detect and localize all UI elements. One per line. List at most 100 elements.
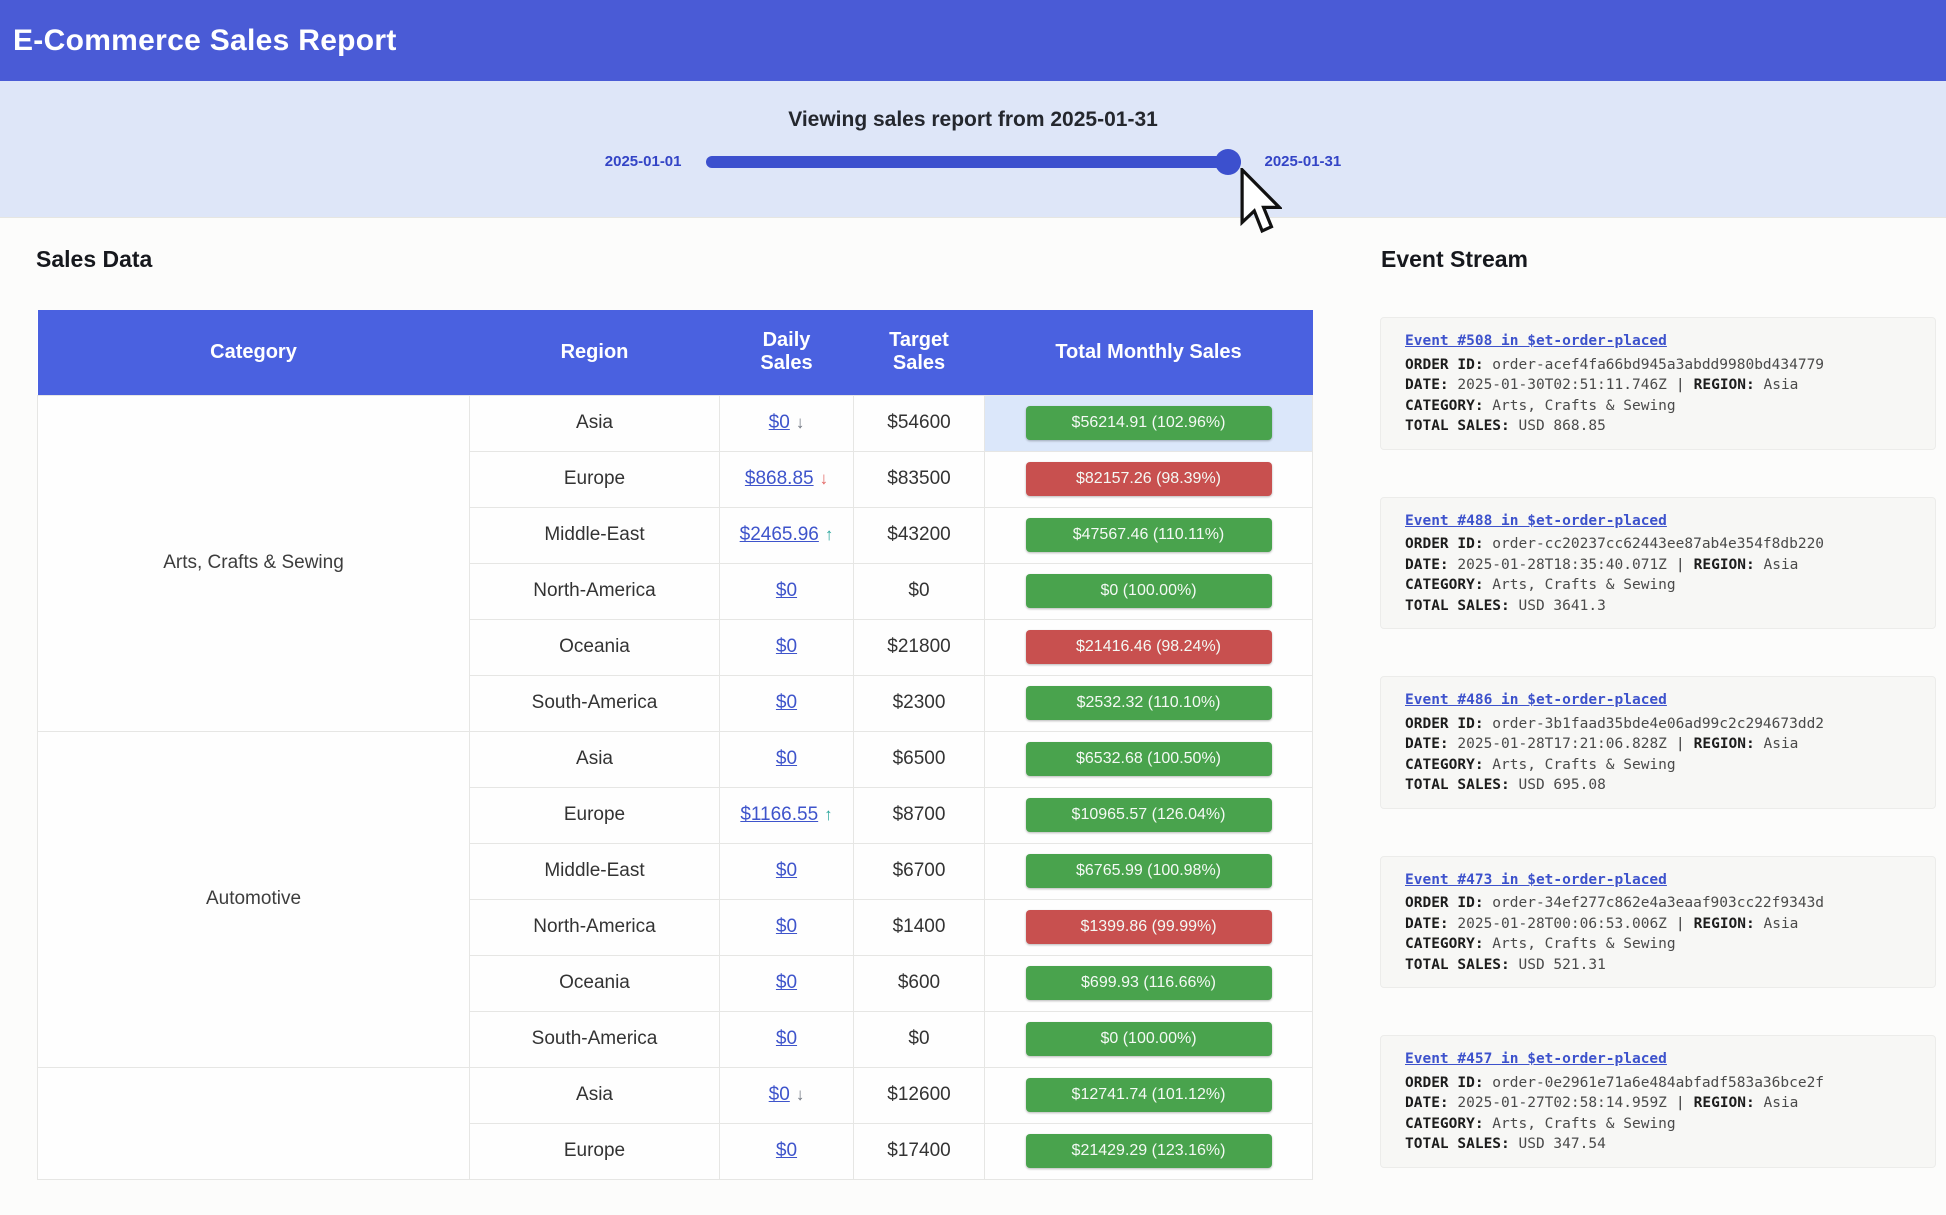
order-id-label: ORDER ID: [1405, 536, 1484, 552]
event-stream-heading: Event Stream [1381, 246, 1528, 273]
app-header: E-Commerce Sales Report [0, 0, 1946, 81]
daily-sales-cell: $0 [720, 955, 854, 1011]
total-monthly-sales-cell: $6532.68 (100.50%) [985, 731, 1313, 787]
daily-sales-link[interactable]: $0 [776, 748, 797, 769]
table-row: AutomotiveAsia$0$6500$6532.68 (100.50%) [38, 731, 1313, 787]
column-header-total-monthly-sales: Total Monthly Sales [985, 310, 1313, 395]
column-header-daily-sales: Daily Sales [720, 310, 854, 395]
date-label: DATE: [1405, 377, 1449, 393]
event-stream-list: Event #508 in $et-order-placed ORDER ID: … [1380, 317, 1936, 1215]
target-sales-cell: $21800 [854, 619, 985, 675]
target-sales-cell: $17400 [854, 1123, 985, 1179]
column-header-category: Category [38, 310, 470, 395]
event-title-link[interactable]: Event #486 in $et-order-placed [1405, 690, 1667, 711]
separator: | [1676, 1095, 1685, 1111]
event-card: Event #457 in $et-order-placed ORDER ID: … [1380, 1035, 1936, 1168]
event-order-id-line: ORDER ID: order-cc20237cc62443ee87ab4e35… [1405, 534, 1911, 555]
daily-sales-link[interactable]: $0 [776, 636, 797, 657]
daily-sales-cell: $0 [720, 1011, 854, 1067]
column-header-region: Region [470, 310, 720, 395]
target-sales-cell: $8700 [854, 787, 985, 843]
region-cell: Oceania [470, 955, 720, 1011]
date-label: DATE: [1405, 916, 1449, 932]
event-category-line: CATEGORY: Arts, Crafts & Sewing [1405, 575, 1911, 596]
date-slider-thumb[interactable] [1215, 149, 1241, 175]
table-row: Asia$0↓$12600$12741.74 (101.12%) [38, 1067, 1313, 1123]
total-monthly-sales-cell: $10965.57 (126.04%) [985, 787, 1313, 843]
daily-sales-link[interactable]: $0 [769, 1084, 790, 1105]
event-title-link[interactable]: Event #488 in $et-order-placed [1405, 511, 1667, 532]
daily-sales-cell: $0 ↓ [720, 395, 854, 451]
daily-sales-link[interactable]: $0 [776, 580, 797, 601]
target-sales-cell: $0 [854, 1011, 985, 1067]
order-id-label: ORDER ID: [1405, 1075, 1484, 1091]
total-monthly-sales-cell: $0 (100.00%) [985, 563, 1313, 619]
target-sales-cell: $6500 [854, 731, 985, 787]
total-sales-badge: $47567.46 (110.11%) [1026, 518, 1272, 552]
separator: | [1676, 916, 1685, 932]
daily-sales-link[interactable]: $0 [769, 412, 790, 433]
total-monthly-sales-cell: $699.93 (116.66%) [985, 955, 1313, 1011]
total-monthly-sales-cell: $2532.32 (110.10%) [985, 675, 1313, 731]
target-sales-cell: $54600 [854, 395, 985, 451]
total-monthly-sales-cell: $12741.74 (101.12%) [985, 1067, 1313, 1123]
event-card: Event #486 in $et-order-placedORDER ID: … [1380, 676, 1936, 809]
event-category-line: CATEGORY: Arts, Crafts & Sewing [1405, 396, 1911, 417]
daily-sales-cell: $0 [720, 563, 854, 619]
daily-sales-cell: $1166.55↑ [720, 787, 854, 843]
total-sales-badge: $56214.91 (102.96%) [1026, 406, 1272, 440]
total-sales-badge: $6765.99 (100.98%) [1026, 854, 1272, 888]
event-date-region-line: DATE: 2025-01-28T17:21:06.828Z|REGION: A… [1405, 734, 1911, 755]
daily-sales-link[interactable]: $0 [776, 1140, 797, 1161]
date-slider-section: Viewing sales report from 2025-01-31 202… [0, 81, 1946, 218]
daily-sales-link[interactable]: $868.85 [745, 468, 814, 489]
daily-sales-link[interactable]: $0 [776, 692, 797, 713]
trend-down-icon: ↓ [796, 1085, 805, 1105]
total-sales-label: TOTAL SALES: [1405, 1136, 1510, 1152]
category-label: CATEGORY: [1405, 757, 1484, 773]
daily-sales-link[interactable]: $0 [776, 1028, 797, 1049]
event-date-region-line: DATE: 2025-01-27T02:58:14.959Z|REGION: A… [1405, 1093, 1911, 1114]
target-sales-cell: $43200 [854, 507, 985, 563]
event-title-link[interactable]: Event #508 in $et-order-placed [1405, 331, 1667, 352]
slider-row: 2025-01-01 2025-01-31 [0, 153, 1946, 170]
daily-sales-cell: $0 [720, 731, 854, 787]
sales-table: CategoryRegionDaily SalesTarget SalesTot… [37, 310, 1313, 1180]
region-cell: Europe [470, 451, 720, 507]
region-cell: Oceania [470, 619, 720, 675]
daily-sales-link[interactable]: $2465.96 [740, 524, 819, 545]
event-order-id-line: ORDER ID: order-0e2961e71a6e484abfadf583… [1405, 1073, 1911, 1094]
daily-sales-link[interactable]: $0 [776, 916, 797, 937]
category-cell [38, 1067, 470, 1179]
total-sales-badge: $6532.68 (100.50%) [1026, 742, 1272, 776]
total-sales-badge: $0 (100.00%) [1026, 574, 1272, 608]
date-label: DATE: [1405, 736, 1449, 752]
region-cell: North-America [470, 899, 720, 955]
daily-sales-link[interactable]: $0 [776, 860, 797, 881]
sales-table-header: CategoryRegionDaily SalesTarget SalesTot… [38, 310, 1313, 395]
target-sales-cell: $1400 [854, 899, 985, 955]
daily-sales-link[interactable]: $0 [776, 972, 797, 993]
total-sales-badge: $1399.86 (99.99%) [1026, 910, 1272, 944]
table-row: Arts, Crafts & SewingAsia$0↓$54600$56214… [38, 395, 1313, 451]
trend-down-icon: ↓ [796, 413, 805, 433]
separator: | [1676, 736, 1685, 752]
region-label: REGION: [1694, 1095, 1755, 1111]
event-title-link[interactable]: Event #457 in $et-order-placed [1405, 1049, 1667, 1070]
daily-sales-cell: $2465.96↑ [720, 507, 854, 563]
trend-down-icon: ↓ [820, 469, 829, 489]
event-total-sales-line: TOTAL SALES: USD 347.54 [1405, 1134, 1911, 1155]
date-slider-track[interactable] [706, 156, 1241, 168]
region-label: REGION: [1694, 557, 1755, 573]
region-cell: South-America [470, 1011, 720, 1067]
region-label: REGION: [1694, 736, 1755, 752]
event-total-sales-line: TOTAL SALES: USD 521.31 [1405, 955, 1911, 976]
daily-sales-link[interactable]: $1166.55 [740, 804, 818, 825]
region-cell: Asia [470, 395, 720, 451]
event-title-link[interactable]: Event #473 in $et-order-placed [1405, 870, 1667, 891]
category-label: CATEGORY: [1405, 577, 1484, 593]
event-order-id-line: ORDER ID: order-34ef277c862e4a3eaaf903cc… [1405, 893, 1911, 914]
target-sales-cell: $12600 [854, 1067, 985, 1123]
category-label: CATEGORY: [1405, 1116, 1484, 1132]
total-monthly-sales-cell: $21429.29 (123.16%) [985, 1123, 1313, 1179]
